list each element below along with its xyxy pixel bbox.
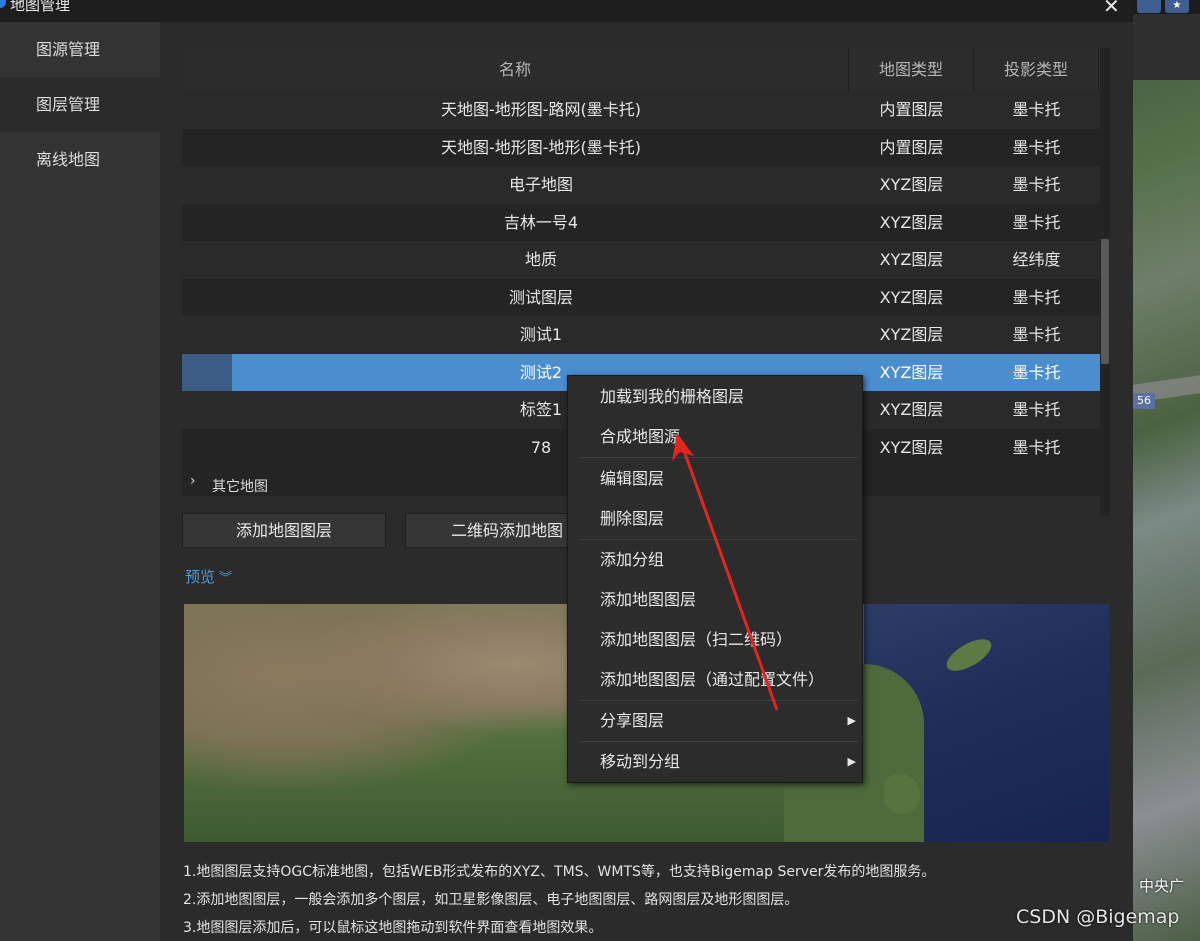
row-projection: 墨卡托 <box>1012 400 1061 419</box>
row-name: 天地图-地形图-路网(墨卡托) <box>440 100 642 119</box>
table-row[interactable]: 天地图-地形图-路网(墨卡托) 内置图层 墨卡托 <box>182 91 1100 129</box>
preview-toggle[interactable]: 预览 ︾ <box>185 566 232 587</box>
preview-island <box>884 774 920 814</box>
menu-item-delete-layer[interactable]: 删除图层 <box>568 499 862 539</box>
row-type: XYZ图层 <box>879 325 944 344</box>
row-projection: 墨卡托 <box>1012 175 1061 194</box>
note-line: 3.地图图层添加后，可以鼠标这地图拖动到软件界面查看地图效果。 <box>183 920 603 936</box>
row-name: 测试图层 <box>508 287 573 307</box>
row-type: XYZ图层 <box>879 362 944 382</box>
table-row[interactable]: 电子地图 XYZ图层 墨卡托 <box>182 166 1100 204</box>
chevron-right-icon[interactable]: › <box>190 473 196 489</box>
menu-item-move-to-group[interactable]: 移动到分组 ▶ <box>568 742 862 782</box>
row-type: XYZ图层 <box>879 400 944 419</box>
menu-item-edit-layer[interactable]: 编辑图层 <box>568 459 862 499</box>
table-row[interactable]: 天地图-地形图-地形(墨卡托) 内置图层 墨卡托 <box>182 128 1100 166</box>
row-projection: 墨卡托 <box>1012 100 1061 119</box>
row-name: 天地图-地形图-地形(墨卡托) <box>440 137 642 157</box>
sidebar: 图源管理 图层管理 离线地图 <box>0 22 160 941</box>
menu-item-compose-source[interactable]: 合成地图源 <box>568 417 862 457</box>
watermark: CSDN @Bigemap <box>1016 906 1180 928</box>
row-projection: 墨卡托 <box>1012 325 1061 344</box>
menu-item-load-raster[interactable]: 加载到我的栅格图层 <box>568 377 862 417</box>
row-type: XYZ图层 <box>879 212 944 232</box>
row-name: 吉林一号4 <box>503 212 579 232</box>
title-bar: 地图管理 ✕ <box>0 0 1133 22</box>
double-chevron-down-icon: ︾ <box>219 571 233 586</box>
menu-item-label: 分享图层 <box>600 711 665 730</box>
row-projection: 墨卡托 <box>1012 437 1061 457</box>
table-header: 名称 地图类型 投影类型 <box>182 48 1100 91</box>
column-header-type[interactable]: 地图类型 <box>849 48 974 91</box>
app-icon <box>0 0 6 8</box>
row-type: 内置图层 <box>879 100 944 119</box>
sidebar-item-offline-map[interactable]: 离线地图 <box>0 132 160 187</box>
map-place-label: 中央广 <box>1139 877 1185 895</box>
row-type: XYZ图层 <box>879 287 944 307</box>
note-line: 2.添加地图图层，一般会添加多个图层，如卫星影像图层、电子地图图层、路网图层及地… <box>183 892 799 908</box>
sidebar-item-layer-manage[interactable]: 图层管理 <box>0 77 160 132</box>
menu-item-add-group[interactable]: 添加分组 <box>568 540 862 580</box>
preview-label: 预览 <box>185 568 216 586</box>
context-menu: 加载到我的栅格图层 合成地图源 编辑图层 删除图层 添加分组 添加地图图层 添加… <box>567 375 863 783</box>
pin-icon[interactable]: ★ <box>1165 0 1189 13</box>
background-panel <box>1133 14 1200 80</box>
table-scrollbar[interactable] <box>1100 91 1110 516</box>
road-number-badge: 56 <box>1133 393 1155 409</box>
close-icon[interactable]: ✕ <box>1103 0 1120 18</box>
menu-item-add-map-layer[interactable]: 添加地图图层 <box>568 580 862 620</box>
menu-item-label: 移动到分组 <box>600 752 681 771</box>
add-map-layer-button[interactable]: 添加地图图层 <box>182 513 386 548</box>
row-type: XYZ图层 <box>879 175 944 194</box>
table-row[interactable]: 吉林一号4 XYZ图层 墨卡托 <box>182 203 1100 241</box>
row-projection: 墨卡托 <box>1012 137 1061 157</box>
scrollbar-thumb[interactable] <box>1101 239 1109 364</box>
help-notes: 1.地图图层支持OGC标准地图，包括WEB形式发布的XYZ、TMS、WMTS等，… <box>183 858 935 941</box>
table-row[interactable]: 地质 XYZ图层 经纬度 <box>182 241 1100 279</box>
column-header-name[interactable]: 名称 <box>182 48 849 91</box>
background-map: ★ 56 中央广 <box>1133 0 1200 941</box>
window-title: 地图管理 <box>10 0 71 14</box>
note-line: 1.地图图层支持OGC标准地图，包括WEB形式发布的XYZ、TMS、WMTS等，… <box>183 864 936 880</box>
row-name: 电子地图 <box>508 175 573 194</box>
table-row[interactable]: 测试1 XYZ图层 墨卡托 <box>182 316 1100 354</box>
row-type: 内置图层 <box>879 137 944 157</box>
column-header-projection[interactable]: 投影类型 <box>974 48 1099 91</box>
row-type: XYZ图层 <box>879 250 944 269</box>
group-label: 其它地图 <box>212 479 268 495</box>
menu-separator <box>580 457 858 458</box>
submenu-arrow-icon: ▶ <box>847 714 856 727</box>
sidebar-item-source-manage[interactable]: 图源管理 <box>0 22 160 77</box>
row-projection: 墨卡托 <box>1012 212 1061 232</box>
row-type: XYZ图层 <box>879 437 944 457</box>
submenu-arrow-icon: ▶ <box>847 755 856 768</box>
row-projection: 墨卡托 <box>1012 287 1061 307</box>
row-name: 测试1 <box>519 325 563 344</box>
row-projection: 墨卡托 <box>1012 362 1061 382</box>
row-name: 地质 <box>524 250 557 269</box>
menu-item-add-layer-config[interactable]: 添加地图图层（通过配置文件） <box>568 660 862 700</box>
menu-item-add-layer-qr[interactable]: 添加地图图层（扫二维码） <box>568 620 862 660</box>
row-projection: 经纬度 <box>1012 250 1061 269</box>
table-row[interactable]: 测试图层 XYZ图层 墨卡托 <box>182 278 1100 316</box>
background-toolbar-button[interactable] <box>1137 0 1161 13</box>
menu-item-share-layer[interactable]: 分享图层 ▶ <box>568 701 862 741</box>
